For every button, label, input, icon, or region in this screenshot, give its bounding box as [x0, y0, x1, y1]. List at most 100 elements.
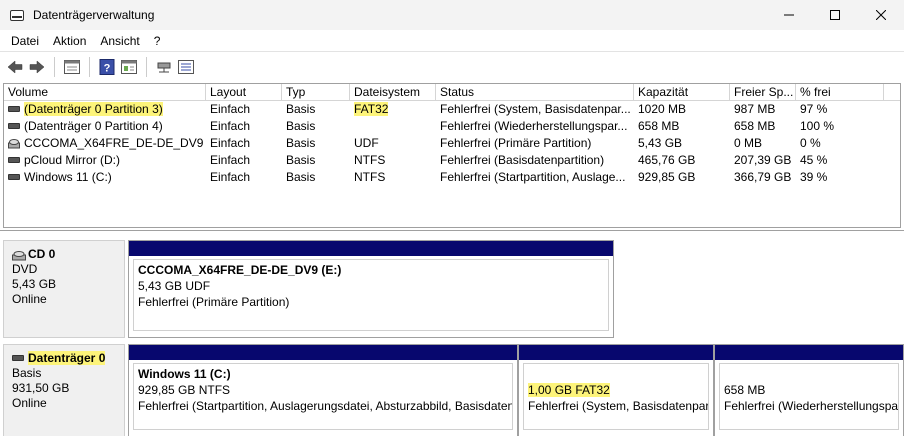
toolbar-separator — [146, 56, 147, 77]
partition-size-fs: 1,00 GB FAT32 — [528, 383, 610, 397]
cell-kapazitaet: 465,76 GB — [638, 153, 696, 167]
menu-datei[interactable]: Datei — [4, 34, 46, 48]
close-icon — [876, 10, 886, 20]
help-button[interactable]: ? — [96, 56, 118, 78]
cell-dateisystem: UDF — [354, 136, 379, 150]
cell-layout: Einfach — [210, 102, 251, 116]
menu-help[interactable]: ? — [147, 34, 168, 48]
disk-row-disk0: Datenträger 0 Basis 931,50 GB Online Win… — [3, 344, 904, 436]
minimize-icon — [784, 14, 794, 16]
column-prozent-frei[interactable]: % frei — [796, 84, 884, 101]
cell-typ: Basis — [286, 170, 316, 184]
disk-type: Basis — [12, 366, 42, 380]
title-bar: Datenträgerverwaltung — [0, 0, 904, 30]
partition-bar — [519, 345, 713, 360]
disk-graphic-pane: CD 0 DVD 5,43 GB Online CCCOMA_X64FRE_DE… — [0, 230, 904, 436]
help-icon: ? — [99, 58, 115, 75]
cell-freier-speicher: 207,39 GB — [734, 153, 792, 167]
partition-system-fat32[interactable]: 1,00 GB FAT32 Fehlerfrei (System, Basisd… — [518, 344, 714, 436]
column-layout[interactable]: Layout — [206, 84, 282, 101]
column-volume[interactable]: Volume — [4, 84, 206, 101]
cell-typ: Basis — [286, 153, 316, 167]
disk-name: Datenträger 0 — [28, 351, 106, 365]
partition-recovery[interactable]: 658 MB Fehlerfrei (Wiederherstellungspa — [714, 344, 904, 436]
cell-prozent-frei: 100 % — [800, 119, 835, 133]
volume-icon — [8, 105, 20, 112]
partition-size-fs: 658 MB — [724, 383, 766, 397]
volume-icon — [8, 156, 20, 163]
connect-button[interactable] — [153, 56, 175, 78]
view-button[interactable] — [118, 56, 140, 78]
partition-size-fs: 5,43 GB UDF — [138, 279, 211, 293]
cell-typ: Basis — [286, 102, 316, 116]
partition-cd0-e[interactable]: CCCOMA_X64FRE_DE-DE_DV9 (E:) 5,43 GB UDF… — [128, 240, 614, 338]
column-dateisystem[interactable]: Dateisystem — [350, 84, 436, 101]
toolbar: ? — [0, 51, 904, 81]
maximize-button[interactable] — [812, 0, 858, 30]
settings-button[interactable] — [175, 56, 197, 78]
menu-bar: Datei Aktion Ansicht ? — [0, 30, 904, 51]
cell-status: Fehlerfrei (Wiederherstellungspar... — [440, 119, 628, 133]
volume-name: CCCOMA_X64FRE_DE-DE_DV9 (E:) — [24, 136, 206, 150]
partition-windows-c[interactable]: Windows 11 (C:) 929,85 GB NTFS Fehlerfre… — [128, 344, 518, 436]
cell-freier-speicher: 0 MB — [734, 136, 763, 150]
cell-dateisystem: NTFS — [354, 153, 386, 167]
maximize-icon — [830, 10, 840, 20]
table-row[interactable]: Windows 11 (C:) Einfach Basis NTFS Fehle… — [4, 169, 900, 186]
cell-freier-speicher: 658 MB — [734, 119, 776, 133]
partition-bar — [129, 241, 613, 256]
column-kapazitaet[interactable]: Kapazität — [634, 84, 730, 101]
cell-kapazitaet: 1020 MB — [638, 102, 687, 116]
volume-icon — [8, 173, 20, 180]
disk-state: Online — [12, 292, 47, 306]
column-freier-speicher[interactable]: Freier Sp... — [730, 84, 796, 101]
forward-button[interactable] — [26, 56, 48, 78]
table-row[interactable]: pCloud Mirror (D:) Einfach Basis NTFS Fe… — [4, 152, 900, 169]
table-row[interactable]: CCCOMA_X64FRE_DE-DE_DV9 (E:) Einfach Bas… — [4, 135, 900, 152]
close-button[interactable] — [858, 0, 904, 30]
toolbar-separator — [54, 56, 55, 77]
settings-icon — [178, 59, 194, 74]
table-row[interactable]: (Datenträger 0 Partition 3) Einfach Basi… — [4, 101, 900, 118]
volume-list-header: Volume Layout Typ Dateisystem Status Kap… — [4, 84, 900, 101]
cell-status: Fehlerfrei (Primäre Partition) — [440, 136, 592, 150]
disk-area-disk0: Windows 11 (C:) 929,85 GB NTFS Fehlerfre… — [128, 344, 904, 436]
back-button[interactable] — [4, 56, 26, 78]
cell-dateisystem: FAT32 — [354, 102, 389, 116]
cell-freier-speicher: 987 MB — [734, 102, 776, 116]
partition-size-fs: 929,85 GB NTFS — [138, 383, 231, 397]
disk-label-disk0[interactable]: Datenträger 0 Basis 931,50 GB Online — [3, 344, 125, 436]
partition-name — [528, 366, 704, 382]
cell-layout: Einfach — [210, 136, 251, 150]
disk-state: Online — [12, 396, 47, 410]
minimize-button[interactable] — [766, 0, 812, 30]
partition-bar — [129, 345, 517, 360]
volume-name: (Datenträger 0 Partition 3) — [24, 102, 163, 116]
column-status[interactable]: Status — [436, 84, 634, 101]
view-icon — [121, 59, 137, 74]
menu-aktion[interactable]: Aktion — [46, 34, 93, 48]
cell-prozent-frei: 0 % — [800, 136, 821, 150]
column-typ[interactable]: Typ — [282, 84, 350, 101]
table-row[interactable]: (Datenträger 0 Partition 4) Einfach Basi… — [4, 118, 900, 135]
cell-freier-speicher: 366,79 GB — [734, 170, 792, 184]
partition-status: Fehlerfrei (Primäre Partition) — [138, 295, 290, 309]
volume-name: Windows 11 (C:) — [24, 170, 112, 184]
partition-status: Fehlerfrei (Startpartition, Auslagerungs… — [138, 399, 513, 413]
hard-disk-icon — [12, 354, 24, 361]
volume-list: Volume Layout Typ Dateisystem Status Kap… — [3, 83, 901, 228]
cell-kapazitaet: 5,43 GB — [638, 136, 683, 150]
cell-typ: Basis — [286, 119, 316, 133]
properties-button[interactable] — [61, 56, 83, 78]
disk-label-cd0[interactable]: CD 0 DVD 5,43 GB Online — [3, 240, 125, 338]
cell-typ: Basis — [286, 136, 316, 150]
partition-status: Fehlerfrei (Wiederherstellungspa — [724, 399, 899, 413]
volume-name: pCloud Mirror (D:) — [24, 153, 121, 167]
partition-name: CCCOMA_X64FRE_DE-DE_DV9 (E:) — [138, 263, 342, 277]
cd-drive-icon — [8, 138, 20, 149]
svg-text:?: ? — [104, 62, 111, 74]
disk-name: CD 0 — [28, 247, 56, 261]
toolbar-separator — [89, 56, 90, 77]
cell-kapazitaet: 658 MB — [638, 119, 680, 133]
menu-ansicht[interactable]: Ansicht — [93, 34, 146, 48]
